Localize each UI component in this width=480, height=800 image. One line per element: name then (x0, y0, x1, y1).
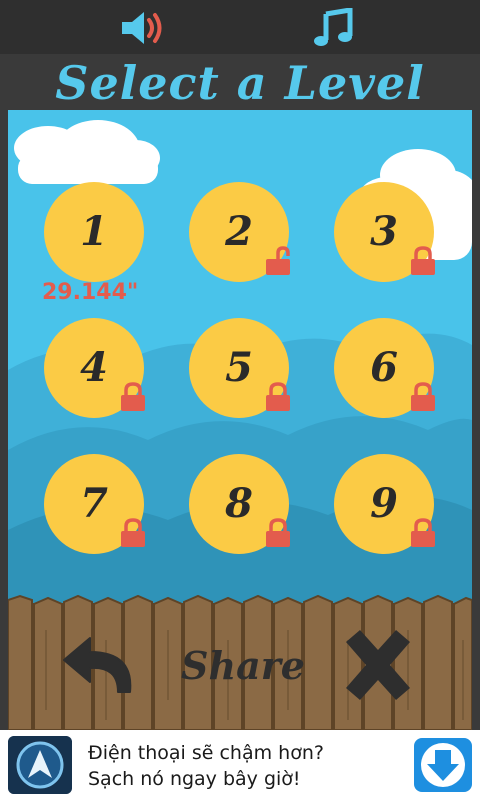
level-8-button[interactable]: 8 (189, 454, 290, 554)
page-title: Select a Level (0, 54, 480, 110)
level-1-best-time: 29.144" (42, 280, 139, 305)
level-4-button[interactable]: 4 (44, 318, 145, 418)
ad-banner[interactable]: Điện thoại sẽ chậm hơn? Sạch nó ngay bây… (0, 730, 480, 800)
ad-text: Điện thoại sẽ chậm hơn? Sạch nó ngay bây… (88, 740, 408, 792)
lock-icon (411, 246, 435, 275)
level-1-button[interactable]: 1 (44, 182, 144, 282)
lock-icon (411, 518, 435, 547)
ad-line-2: Sạch nó ngay bây giờ! (88, 768, 301, 790)
lock-icon (121, 518, 145, 547)
download-arrow-icon[interactable] (414, 738, 472, 792)
level-9-button[interactable]: 9 (334, 454, 435, 554)
level-2-button[interactable]: 2 (189, 182, 290, 282)
back-arrow-icon[interactable] (60, 630, 140, 700)
music-note-icon[interactable] (310, 8, 358, 48)
lock-icon (411, 382, 435, 411)
speaker-icon[interactable] (118, 8, 166, 48)
lock-icon (121, 382, 145, 411)
lock-icon (266, 518, 290, 547)
level-select-stage: 1 2 3 29.144" 4 5 6 7 8 9 Share (8, 110, 472, 730)
close-x-icon[interactable] (338, 628, 418, 702)
lock-icon (266, 382, 290, 411)
app-logo-icon (8, 736, 72, 794)
level-6-button[interactable]: 6 (334, 318, 435, 418)
open-lock-icon (266, 246, 290, 275)
share-button[interactable]: Share (178, 638, 308, 694)
level-3-button[interactable]: 3 (334, 182, 435, 282)
level-7-button[interactable]: 7 (44, 454, 145, 554)
ad-line-1: Điện thoại sẽ chậm hơn? (88, 742, 324, 764)
level-number: 1 (80, 208, 108, 255)
top-bar (0, 0, 480, 54)
level-5-button[interactable]: 5 (189, 318, 290, 418)
